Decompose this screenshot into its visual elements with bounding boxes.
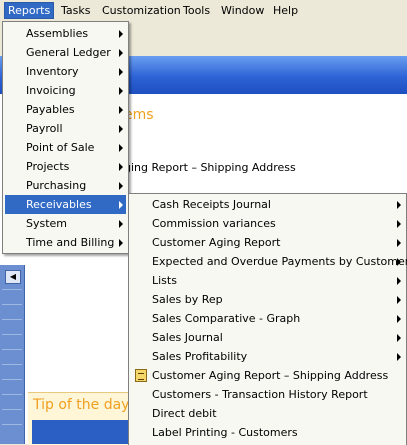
menu-item-label: Projects — [26, 160, 70, 173]
submenu-arrow-icon — [397, 258, 401, 266]
menu-item-label: Payables — [26, 103, 75, 116]
menu-item-label-printing-customers[interactable]: Label Printing - Customers — [131, 423, 404, 442]
menu-item-assemblies[interactable]: Assemblies — [5, 24, 126, 43]
submenu-arrow-icon — [119, 144, 123, 152]
submenu-arrow-icon — [119, 87, 123, 95]
menu-item-label: Assemblies — [26, 27, 89, 40]
receivables-submenu: Cash Receipts Journal Commission varianc… — [128, 193, 407, 445]
submenu-arrow-icon — [119, 201, 123, 209]
menu-item-label: Inventory — [26, 65, 79, 78]
tip-of-the-day-title: Tip of the day — [33, 397, 130, 413]
submenu-arrow-icon — [119, 220, 123, 228]
menu-item-purchasing[interactable]: Purchasing — [5, 176, 126, 195]
menu-item-label: Lists — [152, 274, 177, 287]
menu-customization[interactable]: Customization — [102, 3, 181, 18]
menu-item-direct-debit[interactable]: Direct debit — [131, 404, 404, 423]
reports-menu: Assemblies General Ledger Inventory Invo… — [2, 21, 129, 254]
submenu-arrow-icon — [119, 239, 123, 247]
menu-tasks[interactable]: Tasks — [61, 3, 90, 18]
submenu-arrow-icon — [119, 125, 123, 133]
menu-item-system[interactable]: System — [5, 214, 126, 233]
menu-item-customers-transaction-history[interactable]: Customers - Transaction History Report — [131, 385, 404, 404]
menu-item-projects[interactable]: Projects — [5, 157, 126, 176]
submenu-arrow-icon — [119, 163, 123, 171]
menu-bar: Reports Tasks Customization Tools Window… — [0, 0, 407, 22]
menu-item-label: Payroll — [26, 122, 63, 135]
menu-item-point-of-sale[interactable]: Point of Sale — [5, 138, 126, 157]
menu-item-label: Customers - Transaction History Report — [152, 388, 368, 401]
menu-item-label: Sales Journal — [152, 331, 223, 344]
menu-item-general-ledger[interactable]: General Ledger — [5, 43, 126, 62]
submenu-arrow-icon — [397, 353, 401, 361]
menu-item-label: Direct debit — [152, 407, 217, 420]
menu-reports[interactable]: Reports — [4, 2, 55, 19]
menu-item-customer-aging-shipping[interactable]: Customer Aging Report – Shipping Address — [131, 366, 404, 385]
report-icon — [135, 369, 147, 382]
menu-item-receivables[interactable]: Receivables — [5, 195, 126, 214]
menu-item-label: General Ledger — [26, 46, 111, 59]
menu-item-payables[interactable]: Payables — [5, 100, 126, 119]
menu-item-customer-aging-report[interactable]: Customer Aging Report — [131, 233, 404, 252]
menu-item-label: Label Printing - Customers — [152, 426, 298, 439]
submenu-arrow-icon — [397, 277, 401, 285]
menu-item-label: Time and Billing — [26, 236, 115, 249]
submenu-arrow-icon — [397, 334, 401, 342]
menu-item-sales-journal[interactable]: Sales Journal — [131, 328, 404, 347]
submenu-arrow-icon — [119, 182, 123, 190]
submenu-arrow-icon — [119, 106, 123, 114]
menu-item-label: Point of Sale — [26, 141, 95, 154]
menu-help[interactable]: Help — [273, 3, 298, 18]
submenu-arrow-icon — [397, 296, 401, 304]
submenu-arrow-icon — [397, 315, 401, 323]
menu-item-label: Customer Aging Report – Shipping Address — [152, 369, 389, 382]
menu-item-sales-profitability[interactable]: Sales Profitability — [131, 347, 404, 366]
menu-item-sales-comparative-graph[interactable]: Sales Comparative - Graph — [131, 309, 404, 328]
menu-item-label: System — [26, 217, 68, 230]
menu-item-label: Receivables — [26, 198, 92, 211]
menu-tools[interactable]: Tools — [183, 3, 210, 18]
panel-button[interactable]: ◀ — [5, 270, 21, 284]
menu-item-label: Cash Receipts Journal — [152, 198, 271, 211]
menu-item-cash-receipts-journal[interactable]: Cash Receipts Journal — [131, 195, 404, 214]
menu-item-label: Commission variances — [152, 217, 276, 230]
menu-item-commission-variances[interactable]: Commission variances — [131, 214, 404, 233]
menu-item-payroll[interactable]: Payroll — [5, 119, 126, 138]
submenu-arrow-icon — [397, 220, 401, 228]
report-link-fragment[interactable]: ging Report – Shipping Address — [124, 161, 296, 174]
menu-item-lists[interactable]: Lists — [131, 271, 404, 290]
tip-content-bar — [32, 420, 138, 444]
submenu-arrow-icon — [119, 68, 123, 76]
submenu-arrow-icon — [119, 49, 123, 57]
menu-item-sales-by-rep[interactable]: Sales by Rep — [131, 290, 404, 309]
submenu-arrow-icon — [397, 239, 401, 247]
menu-item-label: Sales Comparative - Graph — [152, 312, 301, 325]
menu-item-label: Sales by Rep — [152, 293, 223, 306]
left-panel: ◀ — [0, 265, 25, 444]
submenu-arrow-icon — [397, 201, 401, 209]
menu-item-expected-overdue-payments[interactable]: Expected and Overdue Payments by Custome… — [131, 252, 407, 271]
panel-grid — [2, 289, 22, 439]
menu-item-inventory[interactable]: Inventory — [5, 62, 126, 81]
menu-item-label: Sales Profitability — [152, 350, 248, 363]
menu-item-time-and-billing[interactable]: Time and Billing — [5, 233, 126, 252]
menu-item-label: Invoicing — [26, 84, 76, 97]
menu-item-label: Expected and Overdue Payments by Custome… — [152, 255, 407, 268]
submenu-arrow-icon — [119, 30, 123, 38]
menu-item-label: Customer Aging Report — [152, 236, 281, 249]
menu-window[interactable]: Window — [221, 3, 264, 18]
menu-item-label: Purchasing — [26, 179, 87, 192]
menu-item-invoicing[interactable]: Invoicing — [5, 81, 126, 100]
